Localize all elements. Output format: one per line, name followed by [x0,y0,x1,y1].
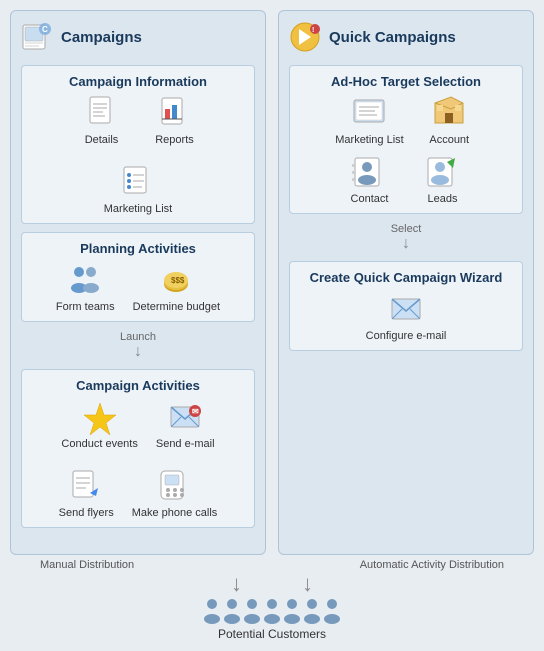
reports-label: Reports [155,134,194,146]
customer-icon-4 [263,597,281,625]
manual-distribution-label: Manual Distribution [40,559,134,571]
details-label: Details [85,134,119,146]
campaigns-header: C Campaigns [21,21,255,57]
reports-icon [157,95,193,131]
customers-icons [203,597,341,625]
customer-icon-5 [283,597,301,625]
customer-icon-7 [323,597,341,625]
adhoc-box: Ad-Hoc Target Selection Marketing List [289,65,523,214]
determine-budget-item[interactable]: $$$ Determine budget [133,262,220,313]
configure-email-icon [388,291,424,327]
campaign-info-box: Campaign Information Details [21,65,255,224]
marketing-list-label: Marketing List [104,203,172,215]
conduct-events-label: Conduct events [61,438,137,450]
campaign-activities-title: Campaign Activities [32,378,244,393]
determine-budget-label: Determine budget [133,301,220,313]
account-icon [431,95,467,131]
marketing-list-item[interactable]: Marketing List [104,164,172,215]
make-phone-calls-item[interactable]: Make phone calls [132,468,218,519]
reports-item[interactable]: Reports [147,95,202,146]
select-arrow-icon: ↓ [402,236,410,252]
conduct-events-item[interactable]: Conduct events [61,399,137,450]
account-label: Account [429,134,469,146]
right-panel: ! Quick Campaigns Ad-Hoc Target Selectio… [278,10,534,555]
distribution-arrows: ↓ ↓ [231,571,313,597]
details-icon [84,95,120,131]
planning-box: Planning Activities Form teams [21,232,255,322]
svg-text:$$$: $$$ [171,276,185,285]
send-email-label: Send e-mail [156,438,215,450]
make-phone-calls-icon [157,468,193,504]
account-item[interactable]: Account [422,95,477,146]
wizard-icons: Configure e-mail [300,291,512,342]
campaigns-icon: C [21,21,53,53]
distribution-labels: Manual Distribution Automatic Activity D… [10,559,534,571]
contact-icon [352,154,388,190]
quick-campaigns-icon: ! [289,21,321,53]
left-panel: C Campaigns Campaign Information [10,10,266,555]
launch-label: Launch [120,331,156,343]
adhoc-title: Ad-Hoc Target Selection [300,74,512,89]
left-distribution-arrow: ↓ [231,573,242,595]
marketing-list-icon [120,164,156,200]
send-flyers-item[interactable]: Send flyers [59,468,114,519]
right-distribution-arrow: ↓ [302,573,313,595]
leads-icon [425,154,461,190]
customer-icon-2 [223,597,241,625]
svg-text:✉: ✉ [192,407,199,416]
main-container: C Campaigns Campaign Information [0,0,544,651]
leads-label: Leads [428,193,458,205]
customers-label: Potential Customers [218,627,326,641]
launch-arrow-icon: ↓ [134,344,142,360]
adhoc-top-row: Marketing List Account [300,95,512,146]
planning-title: Planning Activities [32,241,244,256]
customer-icon-6 [303,597,321,625]
adhoc-marketing-list-item[interactable]: Marketing List [335,95,403,146]
contact-label: Contact [351,193,389,205]
customer-icon-3 [243,597,261,625]
planning-icons: Form teams $$$ Determine budget [32,262,244,313]
send-email-item[interactable]: ✉ Send e-mail [156,399,215,450]
send-email-icon: ✉ [167,399,203,435]
determine-budget-icon: $$$ [158,262,194,298]
send-flyers-label: Send flyers [59,507,114,519]
quick-campaigns-header: ! Quick Campaigns [289,21,523,57]
make-phone-calls-label: Make phone calls [132,507,218,519]
form-teams-label: Form teams [56,301,115,313]
send-flyers-icon [68,468,104,504]
campaign-activities-box: Campaign Activities Conduct events [21,369,255,528]
customers-section: Potential Customers [203,597,341,641]
bottom-section: Manual Distribution Automatic Activity D… [10,555,534,641]
campaign-info-title: Campaign Information [32,74,244,89]
customer-icon-1 [203,597,221,625]
wizard-box: Create Quick Campaign Wizard Configure e… [289,261,523,351]
campaigns-title: Campaigns [61,29,142,46]
leads-item[interactable]: Leads [415,154,470,205]
top-section: C Campaigns Campaign Information [10,10,534,555]
details-item[interactable]: Details [74,95,129,146]
configure-email-item[interactable]: Configure e-mail [366,291,447,342]
select-label: Select [391,223,422,235]
quick-campaigns-title: Quick Campaigns [329,29,456,46]
launch-arrow: Launch ↓ [21,331,255,360]
form-teams-item[interactable]: Form teams [56,262,115,313]
svg-text:C: C [42,25,48,34]
configure-email-label: Configure e-mail [366,330,447,342]
wizard-title: Create Quick Campaign Wizard [300,270,512,285]
svg-text:!: ! [312,27,314,34]
select-arrow: Select ↓ [289,223,523,252]
campaign-activities-icons: Conduct events ✉ Send e-mail [32,399,244,519]
conduct-events-icon [82,399,118,435]
contact-item[interactable]: Contact [342,154,397,205]
form-teams-icon [67,262,103,298]
adhoc-bottom-row: Contact Leads [300,154,512,205]
adhoc-marketing-list-icon [351,95,387,131]
campaign-info-icons: Details Reports [32,95,244,215]
auto-distribution-label: Automatic Activity Distribution [360,559,504,571]
adhoc-marketing-list-label: Marketing List [335,134,403,146]
